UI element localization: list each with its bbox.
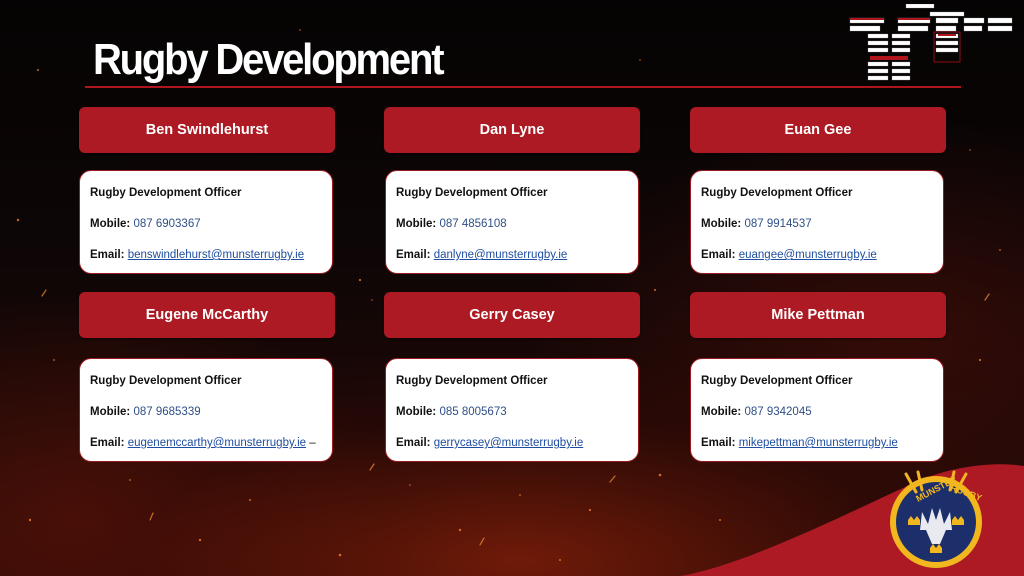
- contact-role: Rugby Development Officer: [396, 187, 548, 199]
- contact-email: Email: benswindlehurst@munsterrugby.ie: [90, 249, 304, 261]
- mobile-number[interactable]: 087 9342045: [744, 406, 811, 418]
- email-link[interactable]: benswindlehurst@munsterrugby.ie: [128, 249, 304, 261]
- contact-mobile: Mobile: 087 6903367: [90, 218, 201, 230]
- contact-role: Rugby Development Officer: [396, 375, 548, 387]
- email-suffix: –: [306, 437, 316, 449]
- contact-card: Rugby Development Officer Mobile: 087 96…: [79, 358, 333, 462]
- contact-role: Rugby Development Officer: [90, 187, 242, 199]
- contact-mobile: Mobile: 087 9342045: [701, 406, 812, 418]
- mobile-number[interactable]: 087 4856108: [439, 218, 506, 230]
- contact-name-bar: Mike Pettman: [690, 292, 946, 338]
- contact-email: Email: mikepettman@munsterrugby.ie: [701, 437, 898, 449]
- mobile-number[interactable]: 087 9685339: [133, 406, 200, 418]
- email-link[interactable]: euangee@munsterrugby.ie: [739, 249, 877, 261]
- mobile-number[interactable]: 085 8005673: [439, 406, 506, 418]
- mobile-label: Mobile:: [90, 218, 131, 230]
- email-link[interactable]: eugenemccarthy@munsterrugby.ie: [128, 437, 306, 449]
- email-link[interactable]: danlyne@munsterrugby.ie: [434, 249, 568, 261]
- mobile-number[interactable]: 087 9914537: [744, 218, 811, 230]
- mobile-label: Mobile:: [396, 406, 437, 418]
- contact-mobile: Mobile: 087 4856108: [396, 218, 507, 230]
- contact-card: Rugby Development Officer Mobile: 087 48…: [385, 170, 639, 274]
- contact-card: Rugby Development Officer Mobile: 087 99…: [690, 170, 944, 274]
- contact-role: Rugby Development Officer: [701, 187, 853, 199]
- email-label: Email:: [90, 437, 125, 449]
- munster-crest-icon: MUNSTER RUGBY: [680, 464, 1024, 576]
- email-link[interactable]: mikepettman@munsterrugby.ie: [739, 437, 898, 449]
- org-chart-thumbnail-icon[interactable]: [848, 4, 1018, 84]
- mobile-label: Mobile:: [90, 406, 131, 418]
- contact-name-bar: Euan Gee: [690, 107, 946, 153]
- contact-name-bar: Dan Lyne: [384, 107, 640, 153]
- contact-role: Rugby Development Officer: [90, 375, 242, 387]
- email-label: Email:: [701, 437, 736, 449]
- contact-name-bar: Ben Swindlehurst: [79, 107, 335, 153]
- contact-role: Rugby Development Officer: [701, 375, 853, 387]
- contact-email: Email: danlyne@munsterrugby.ie: [396, 249, 567, 261]
- contact-mobile: Mobile: 087 9685339: [90, 406, 201, 418]
- contact-email: Email: eugenemccarthy@munsterrugby.ie –: [90, 437, 316, 449]
- email-label: Email:: [701, 249, 736, 261]
- contact-name-bar: Gerry Casey: [384, 292, 640, 338]
- mobile-label: Mobile:: [701, 406, 742, 418]
- email-label: Email:: [396, 249, 431, 261]
- title-divider: [85, 86, 961, 88]
- contact-mobile: Mobile: 087 9914537: [701, 218, 812, 230]
- contact-email: Email: gerrycasey@munsterrugby.ie: [396, 437, 583, 449]
- email-label: Email:: [396, 437, 431, 449]
- email-label: Email:: [90, 249, 125, 261]
- page-title: Rugby Development: [93, 36, 445, 84]
- contact-name-bar: Eugene McCarthy: [79, 292, 335, 338]
- contact-mobile: Mobile: 085 8005673: [396, 406, 507, 418]
- contact-card: Rugby Development Officer Mobile: 087 93…: [690, 358, 944, 462]
- email-link[interactable]: gerrycasey@munsterrugby.ie: [434, 437, 584, 449]
- contact-card: Rugby Development Officer Mobile: 085 80…: [385, 358, 639, 462]
- mobile-label: Mobile:: [396, 218, 437, 230]
- contact-email: Email: euangee@munsterrugby.ie: [701, 249, 877, 261]
- mobile-label: Mobile:: [701, 218, 742, 230]
- mobile-number[interactable]: 087 6903367: [133, 218, 200, 230]
- contact-card: Rugby Development Officer Mobile: 087 69…: [79, 170, 333, 274]
